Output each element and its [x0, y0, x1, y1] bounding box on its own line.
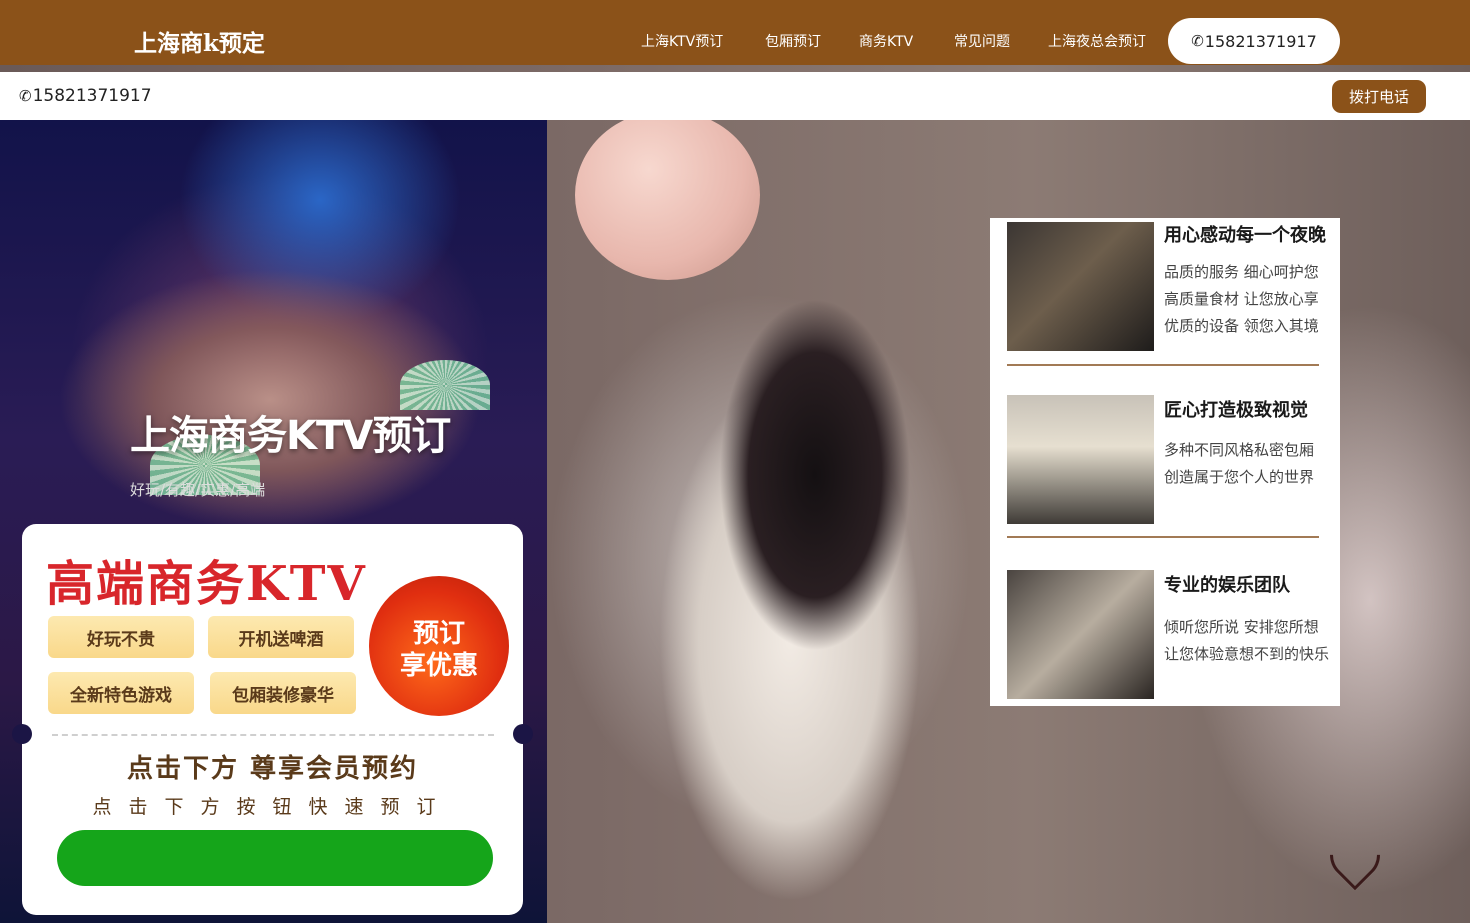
header-phone-button[interactable]: ✆ 15821371917 — [1168, 18, 1340, 64]
feature-line: 高质量食材 让您放心享 — [1164, 290, 1319, 308]
balloon-image — [575, 110, 760, 280]
nav-item-nightclub-booking[interactable]: 上海夜总会预订 — [1048, 31, 1146, 51]
promo-tag: 全新特色游戏 — [48, 672, 194, 714]
feature-line: 品质的服务 细心呵护您 — [1164, 263, 1319, 281]
nav-item-room-booking[interactable]: 包厢预订 — [765, 31, 821, 51]
ticket-notch — [513, 724, 533, 744]
dashed-divider — [52, 734, 494, 736]
feature-thumbnail — [1007, 222, 1154, 351]
promo-cta-text: 点击下方 尊享会员预约 — [126, 754, 419, 784]
hero-title: 上海商务KTV预订 — [130, 413, 451, 459]
feature-heading: 匠心打造极致视觉 — [1164, 400, 1308, 421]
promo-title: 高端商务KTV — [46, 556, 367, 612]
ticket-notch — [12, 724, 32, 744]
promo-tag: 开机送啤酒 — [208, 616, 354, 658]
header-phone-number: 15821371917 — [1204, 31, 1317, 51]
book-now-button[interactable] — [57, 830, 493, 886]
nav-item-ktv-booking[interactable]: 上海KTV预订 — [641, 31, 723, 51]
feature-heading: 用心感动每一个夜晚 — [1164, 225, 1326, 246]
site-logo-text[interactable]: 上海商k预定 — [134, 24, 265, 58]
hero-model-hair — [720, 300, 910, 650]
nav-item-business-ktv[interactable]: 商务KTV — [859, 31, 913, 51]
features-card: 用心感动每一个夜晚 品质的服务 细心呵护您 高质量食材 让您放心享 优质的设备 … — [990, 218, 1340, 706]
feature-line: 倾听您所说 安排您所想 — [1164, 618, 1319, 636]
promo-card: 高端商务KTV 好玩不贵 开机送啤酒 全新特色游戏 包厢装修豪华 预订 享优惠 … — [12, 524, 533, 915]
discount-flame-badge[interactable]: 预订 享优惠 — [369, 576, 509, 716]
callbar-phone[interactable]: ✆ 15821371917 — [19, 86, 152, 106]
badge-line-2: 享优惠 — [399, 651, 478, 681]
phone-icon: ✆ — [19, 87, 32, 105]
badge-line-1: 预订 — [412, 619, 465, 649]
feature-divider — [1007, 536, 1319, 538]
feature-line: 优质的设备 领您入其境 — [1164, 317, 1319, 335]
hero-subtitle: 好玩/有趣/实惠/高端 — [130, 481, 266, 499]
top-navbar: 上海商k预定 上海KTV预订 包厢预订 商务KTV 常见问题 上海夜总会预订 ✆… — [0, 0, 1470, 65]
callbar-phone-number: 15821371917 — [32, 86, 152, 106]
feature-thumbnail — [1007, 570, 1154, 699]
call-bar: ✆ 15821371917 拨打电话 — [0, 72, 1470, 120]
phone-icon: ✆ — [1191, 32, 1204, 50]
promo-tag: 好玩不贵 — [48, 616, 194, 658]
promo-hint-text: 点击下方按钮快速预订 — [92, 796, 453, 818]
feature-thumbnail — [1007, 395, 1154, 524]
nav-item-faq[interactable]: 常见问题 — [954, 31, 1010, 51]
feature-divider — [1007, 364, 1319, 366]
promo-tag: 包厢装修豪华 — [210, 672, 356, 714]
feature-heading: 专业的娱乐团队 — [1164, 575, 1290, 596]
feature-line: 创造属于您个人的世界 — [1164, 468, 1315, 486]
feature-line: 让您体验意想不到的快乐 — [1164, 645, 1330, 663]
call-now-button[interactable]: 拨打电话 — [1332, 80, 1426, 113]
feature-line: 多种不同风格私密包厢 — [1164, 441, 1315, 459]
